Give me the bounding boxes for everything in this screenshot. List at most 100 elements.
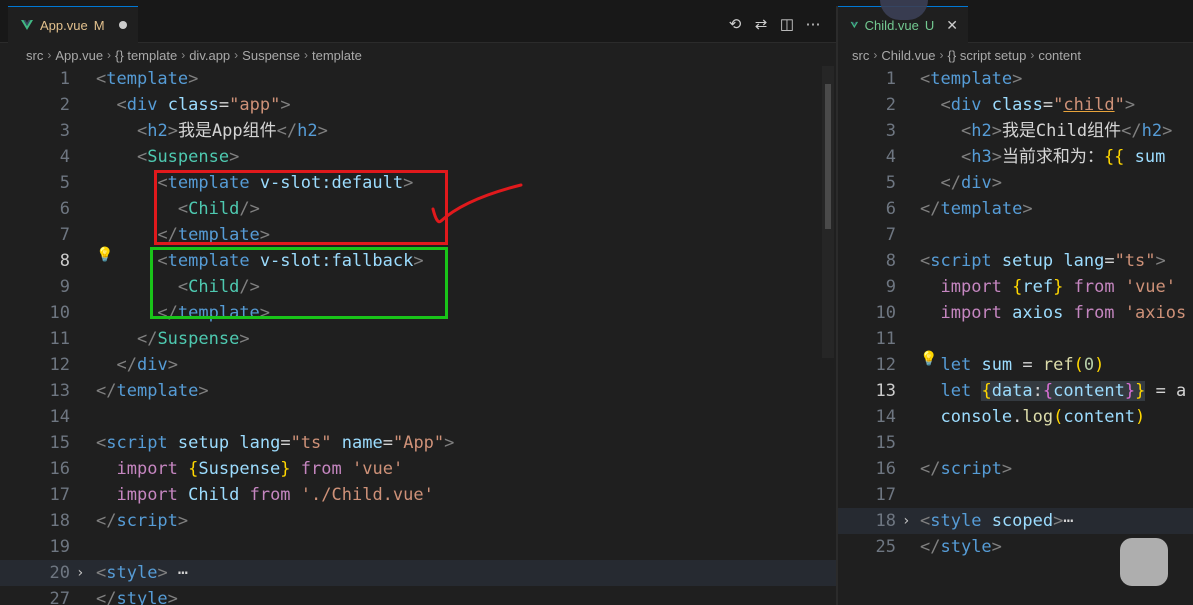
line-number: 8 bbox=[59, 251, 70, 271]
chevron-right-icon: › bbox=[47, 48, 52, 62]
line-number: 14 bbox=[49, 407, 70, 427]
code-line[interactable]: 13 </template> bbox=[0, 378, 836, 404]
code-text: </template> bbox=[920, 199, 1033, 219]
code-line[interactable]: 3 <h2>我是Child组件</h2> bbox=[838, 118, 1193, 144]
code-line[interactable]: 4 <h3>当前求和为：{{ sum bbox=[838, 144, 1193, 170]
chevron-right-icon: › bbox=[304, 48, 308, 62]
line-number: 2 bbox=[59, 95, 70, 115]
code-line[interactable]: 8 <script setup lang="ts"> bbox=[838, 248, 1193, 274]
lightbulb-icon[interactable]: 💡 bbox=[920, 350, 937, 367]
code-text: <div class="app"> bbox=[116, 95, 291, 115]
fold-chevron-icon[interactable]: › bbox=[902, 508, 910, 534]
breadcrumb-item[interactable]: content bbox=[1038, 48, 1081, 63]
code-text: <h2>我是Child组件</h2> bbox=[960, 121, 1173, 141]
code-text: console.log(content) bbox=[940, 407, 1146, 427]
code-line[interactable]: 10 import axios from 'axios bbox=[838, 300, 1193, 326]
breadcrumb-item[interactable]: App.vue bbox=[55, 48, 103, 63]
compare-changes-icon[interactable]: ⇄ bbox=[752, 15, 770, 33]
line-number: 25 bbox=[875, 537, 896, 557]
tab-filename: App.vue bbox=[40, 17, 88, 33]
more-actions-icon[interactable]: ⋯ bbox=[804, 15, 822, 33]
scroll-thumb[interactable] bbox=[825, 84, 831, 229]
line-number: 13 bbox=[875, 381, 896, 401]
code-line[interactable]: 1 <template> bbox=[0, 66, 836, 92]
code-line[interactable]: 18 </script> bbox=[0, 508, 836, 534]
code-text: <template> bbox=[96, 69, 199, 89]
unsaved-dot-icon[interactable] bbox=[118, 21, 127, 29]
editor-group-right: Child.vue U ✕ src › Child.vue ›{} script se… bbox=[838, 6, 1193, 605]
code-line[interactable]: 17 import Child from './Child.vue' bbox=[0, 482, 836, 508]
line-number: 1 bbox=[59, 69, 70, 89]
code-line[interactable]: 1 <template> bbox=[838, 66, 1193, 92]
breadcrumb-item[interactable]: Child.vue bbox=[881, 48, 935, 63]
code-line[interactable]: 2 <div class="child"> bbox=[838, 92, 1193, 118]
line-number: 16 bbox=[49, 459, 70, 479]
line-number: 10 bbox=[49, 303, 70, 323]
code-text: <style scoped>⋯ bbox=[920, 511, 1074, 531]
line-number: 7 bbox=[59, 225, 70, 245]
code-line[interactable]: 14 console.log(content) bbox=[838, 404, 1193, 430]
line-number: 18 bbox=[875, 511, 896, 531]
code-line[interactable]: 12 </div> bbox=[0, 352, 836, 378]
code-line[interactable]: 6 </template> bbox=[838, 196, 1193, 222]
code-text: </Suspense> bbox=[136, 329, 250, 349]
chevron-right-icon: › bbox=[939, 48, 944, 62]
close-icon[interactable]: ✕ bbox=[946, 17, 958, 34]
code-line[interactable]: 9 import {ref} from 'vue' bbox=[838, 274, 1193, 300]
breadcrumb-item[interactable]: div.app bbox=[189, 48, 230, 63]
code-text: import {Suspense} from 'vue' bbox=[116, 459, 404, 479]
vue-icon bbox=[850, 21, 859, 29]
line-number: 18 bbox=[49, 511, 70, 531]
breadcrumb: src › Child.vue ›{} script setup › content bbox=[838, 44, 1193, 66]
breadcrumb-item[interactable]: Suspense bbox=[242, 48, 300, 63]
tab-app-vue[interactable]: App.vue M bbox=[8, 6, 138, 43]
code-line[interactable]: 11 </Suspense> bbox=[0, 326, 836, 352]
code-line[interactable]: 15 <script setup lang="ts" name="App"> bbox=[0, 430, 836, 456]
code-line[interactable]: 12 let sum = ref(0) bbox=[838, 352, 1193, 378]
line-number: 12 bbox=[875, 355, 896, 375]
fold-chevron-icon[interactable]: › bbox=[76, 560, 84, 586]
breadcrumb-item[interactable]: src bbox=[852, 48, 869, 63]
split-editor-icon[interactable]: ◫ bbox=[778, 15, 796, 33]
breadcrumb-item[interactable]: {} template bbox=[115, 48, 177, 63]
code-text: </script> bbox=[96, 511, 189, 531]
breadcrumb-item[interactable]: template bbox=[312, 48, 362, 63]
code-line[interactable]: 4 <Suspense> bbox=[0, 144, 836, 170]
tab-bar: App.vue M ⟲ ⇄ ◫ ⋯ bbox=[0, 6, 836, 43]
code-text: </div> bbox=[940, 173, 1002, 193]
code-line[interactable]: 2 <div class="app"> bbox=[0, 92, 836, 118]
code-line[interactable]: 16 import {Suspense} from 'vue' bbox=[0, 456, 836, 482]
code-text: let {data:{content}} = a bbox=[940, 381, 1187, 401]
code-text: import {ref} from 'vue' bbox=[940, 277, 1177, 297]
line-number: 9 bbox=[885, 277, 896, 297]
vue-icon bbox=[21, 20, 33, 30]
code-line[interactable]: 15 bbox=[838, 430, 1193, 456]
code-line[interactable]: 20 › <style> ⋯ bbox=[0, 560, 836, 586]
code-line[interactable]: 11 bbox=[838, 326, 1193, 352]
breadcrumb-item[interactable]: src bbox=[26, 48, 43, 63]
code-line[interactable]: 17 bbox=[838, 482, 1193, 508]
line-number: 14 bbox=[875, 407, 896, 427]
code-line[interactable]: 7 bbox=[838, 222, 1193, 248]
code-line[interactable]: 18 › <style scoped>⋯ bbox=[838, 508, 1193, 534]
code-text: </script> bbox=[920, 459, 1013, 479]
code-line[interactable]: 5 </div> bbox=[838, 170, 1193, 196]
timeline-icon[interactable]: ⟲ bbox=[726, 15, 744, 33]
code-line[interactable]: 19 bbox=[0, 534, 836, 560]
scrollbar[interactable] bbox=[822, 66, 834, 358]
code-line[interactable]: 14 bbox=[0, 404, 836, 430]
code-line[interactable]: 3 <h2>我是App组件</h2> bbox=[0, 118, 836, 144]
code-text: <script setup lang="ts"> bbox=[920, 251, 1166, 271]
code-line[interactable]: 27 </style> bbox=[0, 586, 836, 605]
line-number: 27 bbox=[49, 589, 70, 605]
lightbulb-icon[interactable]: 💡 bbox=[96, 246, 113, 263]
code-line[interactable]: 13 let {data:{content}} = a bbox=[838, 378, 1193, 404]
line-number: 20 bbox=[49, 563, 70, 583]
breadcrumb-item[interactable]: {} script setup bbox=[948, 48, 1027, 63]
editor-group-left: App.vue M ⟲ ⇄ ◫ ⋯ src › App.vue ›{} templat… bbox=[0, 6, 836, 605]
line-number: 13 bbox=[49, 381, 70, 401]
chevron-right-icon: › bbox=[1030, 48, 1035, 62]
code-text: import Child from './Child.vue' bbox=[116, 485, 434, 505]
video-player-icon[interactable] bbox=[1120, 538, 1168, 586]
code-line[interactable]: 16 </script> bbox=[838, 456, 1193, 482]
